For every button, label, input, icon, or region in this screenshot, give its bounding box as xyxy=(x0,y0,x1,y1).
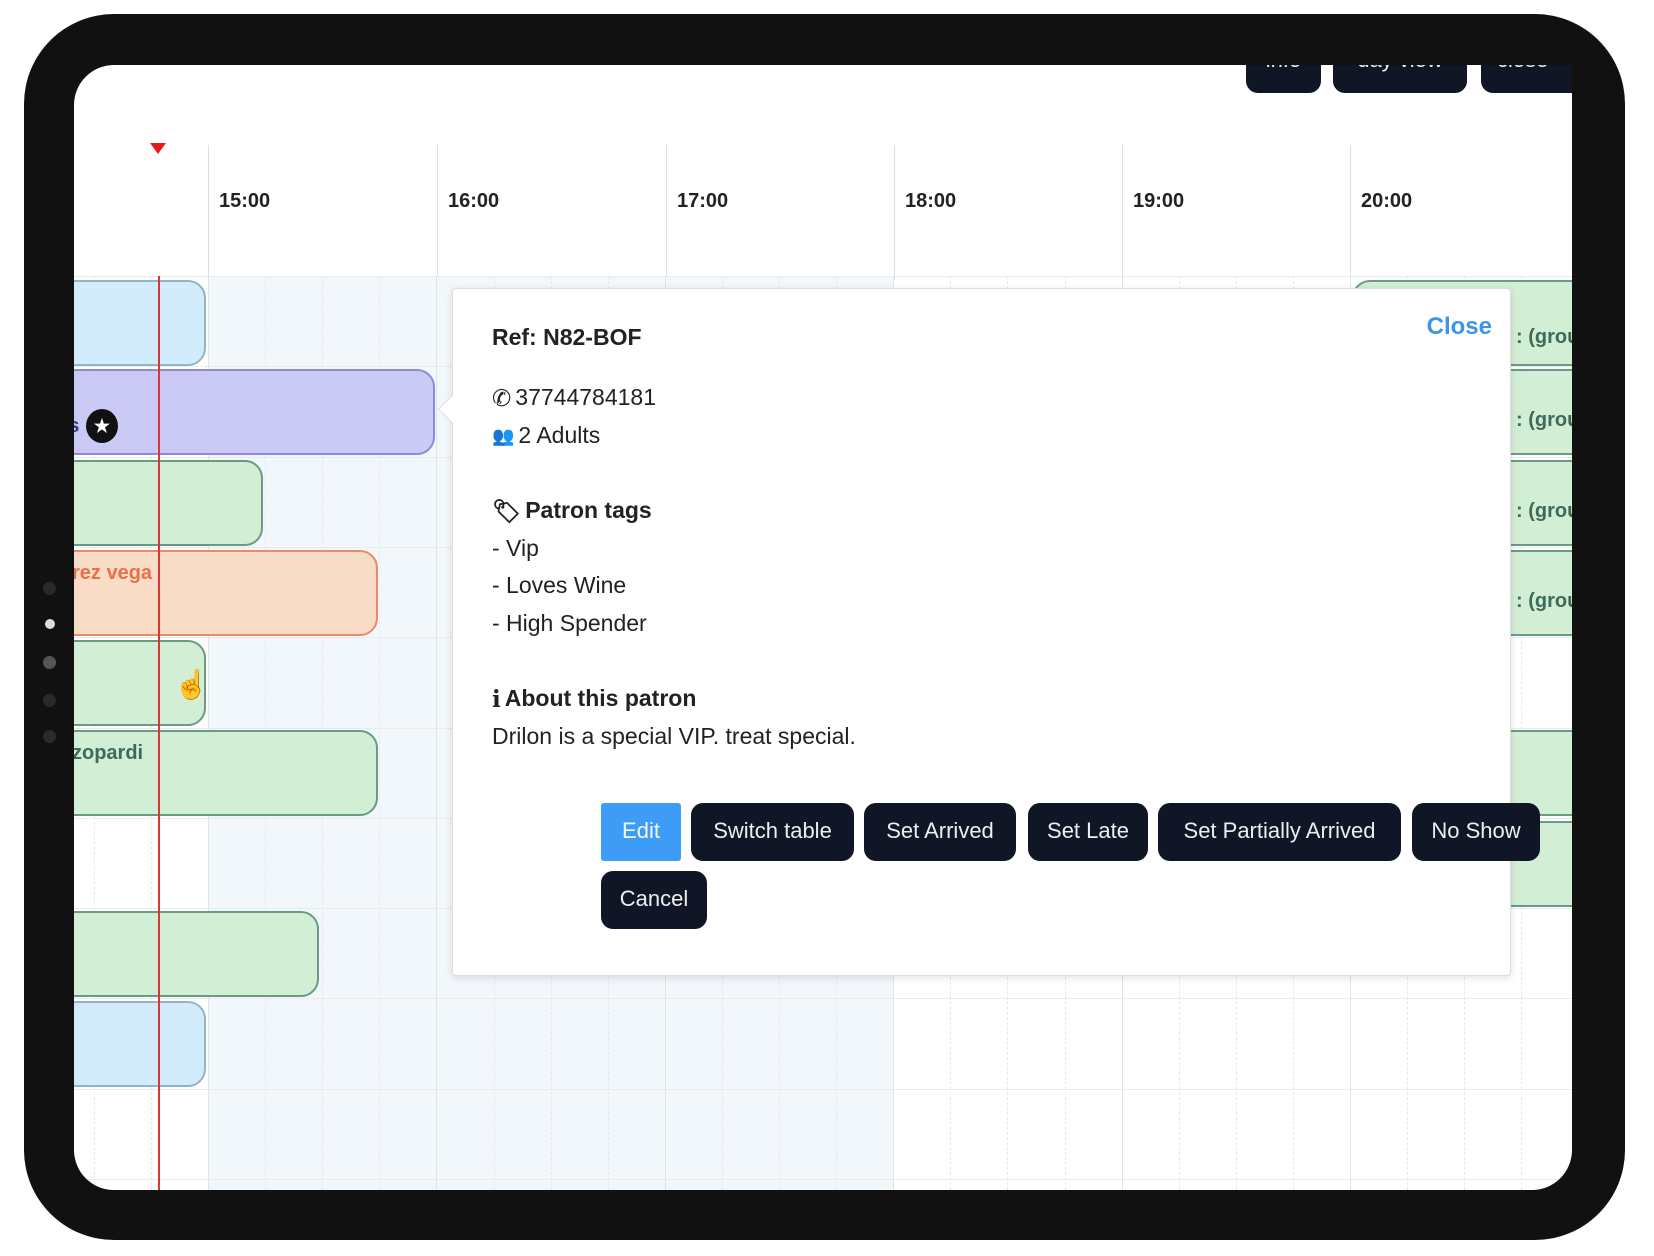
about-title: About this patron xyxy=(504,685,697,711)
tag-item: - High Spender xyxy=(492,610,647,636)
hour-label: 16:00 xyxy=(448,190,500,212)
set-late-button[interactable]: Set Late xyxy=(1028,803,1148,861)
now-marker-icon xyxy=(150,143,166,154)
reservation-popup: Ref: N82-BOF Close ✆ 37744784181 👥 2 Adult… xyxy=(437,288,1540,976)
reservation-bar[interactable] xyxy=(74,280,206,366)
hour-column: 20:00 xyxy=(1350,145,1412,280)
about-text: Drilon is a special VIP. treat special. xyxy=(492,723,856,749)
reservation-bar[interactable]: lts ★ xyxy=(74,369,435,455)
side-dot xyxy=(43,730,56,743)
no-show-button[interactable]: No Show xyxy=(1412,803,1540,861)
reservation-label: zopardi xyxy=(74,742,144,764)
hand-cursor-icon: ☝ xyxy=(174,669,209,700)
phone-icon: ✆ xyxy=(492,385,512,412)
grid-row-line xyxy=(74,1088,1572,1090)
side-dot xyxy=(43,656,56,669)
hour-label: 17:00 xyxy=(677,190,729,212)
side-dot-active xyxy=(45,619,55,629)
close-view-button[interactable]: close xyxy=(1481,65,1572,93)
side-dot xyxy=(43,694,56,707)
grid-row-line xyxy=(74,1179,1572,1180)
tag-item: - Loves Wine xyxy=(492,572,627,598)
tags-title: Patron tags xyxy=(525,497,652,523)
hour-column: 18:00 xyxy=(894,145,956,280)
reservation-bar[interactable]: rez vega xyxy=(74,550,378,636)
hour-label: 20:00 xyxy=(1361,190,1413,212)
hour-column: 16:00 xyxy=(437,145,499,280)
reservation-label: : (grou xyxy=(1516,409,1572,431)
current-time-line xyxy=(158,276,160,1190)
users-icon: 👥 xyxy=(492,426,515,447)
cancel-button[interactable]: Cancel xyxy=(601,871,707,929)
reservation-label: : (grou xyxy=(1516,500,1572,522)
reservation-bar[interactable] xyxy=(74,911,319,997)
grid-line xyxy=(436,276,438,1190)
reservation-bar[interactable] xyxy=(74,460,263,546)
guest-count: 2 Adults xyxy=(518,422,601,448)
hour-column: 19:00 xyxy=(1122,145,1184,280)
hour-label: 15:00 xyxy=(219,190,271,212)
reservation-label: : (grou xyxy=(1516,326,1572,348)
edit-button[interactable]: Edit xyxy=(601,803,681,861)
hour-column: 17:00 xyxy=(666,145,728,280)
reservation-bar[interactable] xyxy=(74,1001,206,1087)
info-button[interactable]: info xyxy=(1246,65,1321,93)
reservation-label: lts xyxy=(74,415,79,438)
hour-label: 18:00 xyxy=(905,190,957,212)
set-arrived-button[interactable]: Set Arrived xyxy=(864,803,1016,861)
hour-column: 15:00 xyxy=(208,145,270,280)
side-dot xyxy=(43,582,56,595)
app-screen: info day view close 15:00 16:00 17:00 18… xyxy=(74,65,1572,1190)
tag-icon: 🏷 xyxy=(492,498,522,525)
reservation-label: rez vega xyxy=(74,562,153,584)
star-icon: ★ xyxy=(86,409,118,443)
grid-row-line xyxy=(74,998,1572,1000)
switch-table-button[interactable]: Switch table xyxy=(691,803,854,861)
reservation-bar[interactable]: zopardi xyxy=(74,730,378,816)
set-partially-arrived-button[interactable]: Set Partially Arrived xyxy=(1158,803,1401,861)
reservation-label: : (grou xyxy=(1516,590,1572,612)
day-view-button[interactable]: day view xyxy=(1333,65,1467,93)
phone-number: 37744784181 xyxy=(515,384,656,410)
tag-item: - Vip xyxy=(492,535,539,561)
reservation-ref: Ref: N82-BOF xyxy=(492,324,642,350)
grid-row-line xyxy=(74,276,1572,277)
hour-label: 19:00 xyxy=(1133,190,1185,212)
info-icon: i xyxy=(492,686,501,714)
close-popup-link[interactable]: Close xyxy=(1427,313,1492,341)
